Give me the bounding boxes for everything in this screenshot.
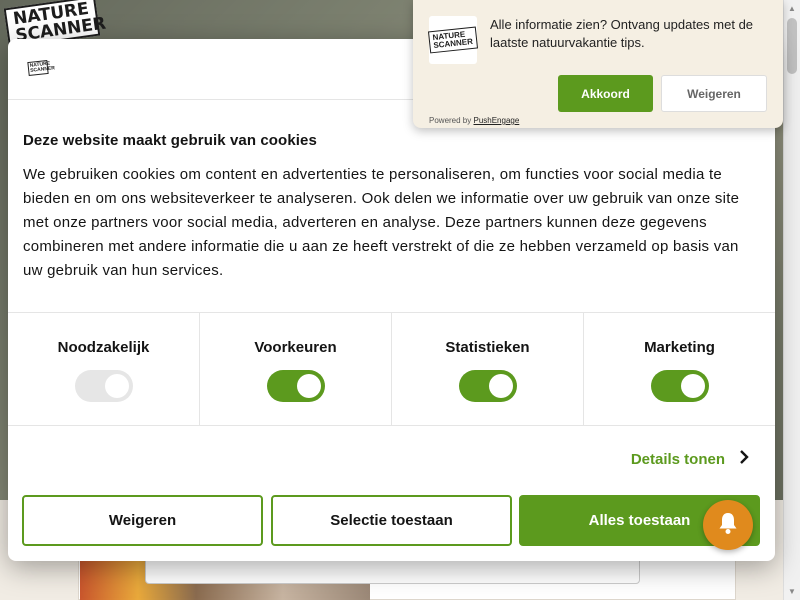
bell-icon	[717, 511, 739, 540]
push-logo-mark: NATURE SCANNER	[428, 26, 478, 54]
details-label: Details tonen	[630, 451, 725, 468]
scroll-down-arrow-icon[interactable]: ▼	[784, 583, 800, 600]
cookie-category-necessary: Noodzakelijk	[8, 313, 200, 425]
allow-selection-button[interactable]: Selectie toestaan	[271, 495, 512, 546]
category-label: Marketing	[644, 339, 715, 356]
cookie-dialog-text: We gebruiken cookies om content en adver…	[23, 166, 740, 279]
details-toggle-link[interactable]: Details tonen	[631, 450, 749, 469]
cookie-logo-line2: SCANNER	[29, 65, 56, 74]
cookie-dialog-title: Deze website maakt gebruik van cookies	[23, 132, 317, 149]
necessary-toggle-switch	[74, 370, 133, 402]
toggle-knob	[296, 374, 321, 398]
chevron-right-icon	[739, 450, 749, 469]
category-label: Noodzakelijk	[57, 339, 150, 356]
notification-bell-button[interactable]	[703, 500, 753, 550]
cookie-category-preferences: Voorkeuren	[200, 313, 392, 425]
toggle-knob	[488, 374, 513, 398]
push-logo: NATURE SCANNER	[428, 16, 478, 64]
toggle-knob	[104, 374, 129, 398]
page-scrollbar[interactable]: ▲ ▼	[783, 0, 800, 600]
push-decline-button[interactable]: Weigeren	[661, 75, 767, 112]
category-label: Statistieken	[445, 339, 530, 356]
category-label: Voorkeuren	[254, 339, 337, 356]
push-logo-line2: SCANNER	[433, 36, 474, 51]
push-powered-by: Powered by PushEngage	[429, 116, 519, 125]
cookie-dialog-logo: NATURE SCANNER	[27, 59, 56, 77]
push-accept-button[interactable]: Akkoord	[558, 75, 653, 112]
cookie-category-statistics: Statistieken	[392, 313, 584, 425]
deny-cookies-button[interactable]: Weigeren	[22, 495, 263, 546]
cookie-category-marketing: Marketing	[584, 313, 775, 425]
push-notification-prompt: NATURE SCANNER Alle informatie zien? Ont…	[413, 0, 783, 128]
toggle-knob	[680, 374, 705, 398]
statistics-toggle-switch[interactable]	[458, 370, 517, 402]
powered-prefix: Powered by	[429, 116, 472, 125]
scroll-up-arrow-icon[interactable]: ▲	[784, 0, 800, 17]
pushengage-link[interactable]: PushEngage	[473, 116, 519, 125]
push-message: Alle informatie zien? Ontvang updates me…	[490, 17, 754, 50]
scroll-thumb[interactable]	[787, 18, 797, 74]
preferences-toggle-switch[interactable]	[266, 370, 325, 402]
cookie-category-toggles: Noodzakelijk Voorkeuren Statistieken Mar…	[8, 312, 775, 426]
marketing-toggle-switch[interactable]	[650, 370, 709, 402]
